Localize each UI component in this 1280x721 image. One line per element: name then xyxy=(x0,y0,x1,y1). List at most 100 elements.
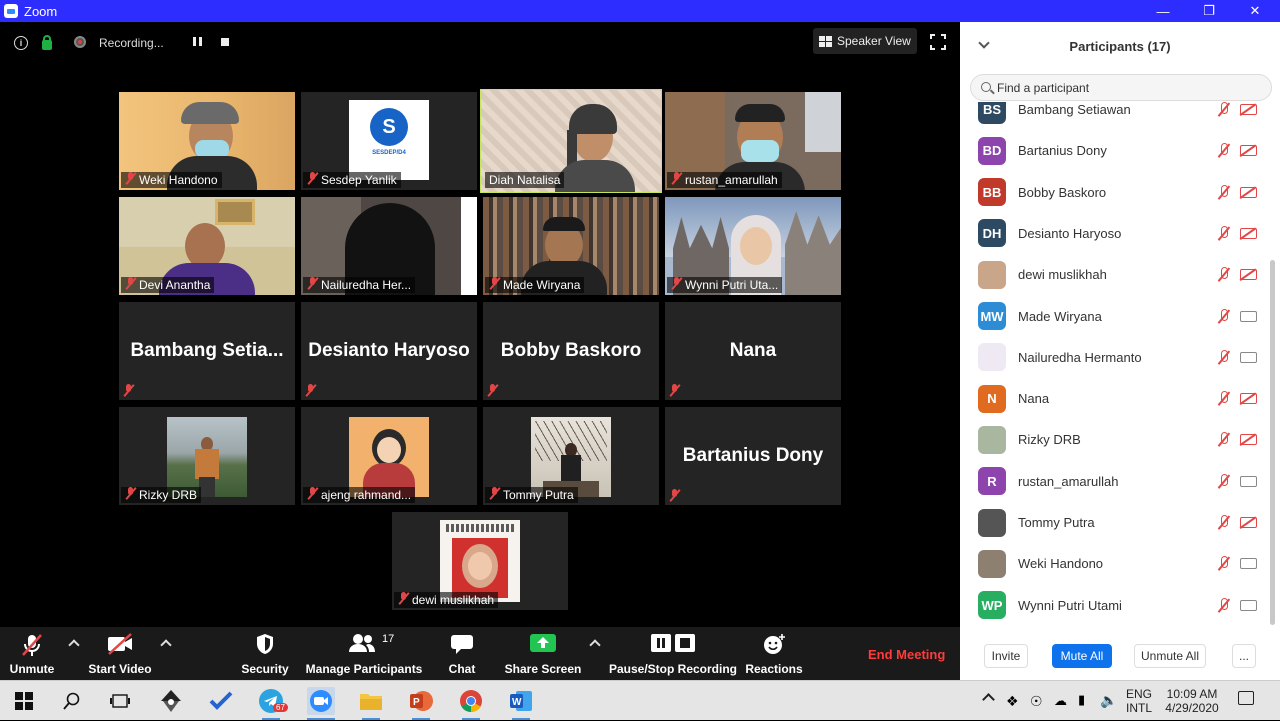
unmute-all-button[interactable]: Unmute All xyxy=(1134,644,1206,668)
participant-row[interactable]: MW Made Wiryana xyxy=(960,296,1268,337)
video-tile[interactable]: dewi muslikhah xyxy=(392,512,568,610)
video-tile[interactable]: Wynni Putri Uta... xyxy=(665,197,841,295)
fullscreen-icon[interactable] xyxy=(929,33,949,53)
muted-mic-icon[interactable] xyxy=(1217,102,1230,117)
video-off-icon[interactable] xyxy=(1240,186,1257,198)
video-tile[interactable]: Tommy Putra xyxy=(483,407,659,505)
participant-row[interactable]: BB Bobby Baskoro xyxy=(960,172,1268,213)
dropbox-icon[interactable]: ❖ xyxy=(1006,693,1019,710)
todo-icon[interactable] xyxy=(207,687,235,715)
more-options-button[interactable]: ... xyxy=(1232,644,1256,668)
notifications-icon[interactable] xyxy=(1238,691,1254,705)
video-tile[interactable]: Made Wiryana xyxy=(483,197,659,295)
audio-options-caret-icon[interactable] xyxy=(68,639,80,651)
unmute-button[interactable]: Unmute xyxy=(6,627,58,680)
video-off-icon[interactable] xyxy=(1240,145,1257,157)
clock[interactable]: 10:09 AM 4/29/2020 xyxy=(1160,681,1224,721)
restore-button[interactable]: ❐ xyxy=(1186,0,1232,22)
chat-button[interactable]: Chat xyxy=(440,627,484,680)
share-options-caret-icon[interactable] xyxy=(589,639,601,651)
muted-mic-icon[interactable] xyxy=(1217,143,1230,158)
chrome-icon[interactable] xyxy=(457,687,485,715)
video-icon[interactable] xyxy=(1240,310,1257,322)
participant-row[interactable]: Weki Handono xyxy=(960,543,1268,584)
video-off-icon[interactable] xyxy=(1240,517,1257,528)
pause-stop-recording-button[interactable]: Pause/Stop Recording xyxy=(609,627,737,680)
active-speaker-tile[interactable]: Diah Natalisa xyxy=(480,89,662,193)
stop-recording-icon[interactable] xyxy=(221,38,229,46)
video-tile[interactable]: rustan_amarullah xyxy=(665,92,841,190)
word-icon[interactable]: W xyxy=(507,687,535,715)
close-button[interactable]: ✕ xyxy=(1232,0,1278,22)
video-tile[interactable]: Bartanius Dony xyxy=(665,407,841,505)
participant-row[interactable]: BS Bambang Setiawan xyxy=(960,102,1268,130)
video-icon[interactable] xyxy=(1240,558,1257,570)
file-explorer-icon[interactable] xyxy=(357,687,385,715)
windows-start-icon[interactable] xyxy=(10,687,38,715)
search-icon[interactable] xyxy=(58,687,86,715)
start-video-button[interactable]: Start Video xyxy=(86,627,154,680)
video-options-caret-icon[interactable] xyxy=(160,639,172,651)
telegram-icon[interactable]: 67 xyxy=(257,687,288,715)
participant-row[interactable]: BD Bartanius Dony xyxy=(960,130,1268,171)
task-view-icon[interactable] xyxy=(106,687,134,715)
muted-mic-icon[interactable] xyxy=(1217,556,1230,571)
video-off-icon[interactable] xyxy=(1240,104,1257,115)
video-tile[interactable]: Devi Anantha xyxy=(119,197,295,295)
participant-row[interactable]: Rizky DRB xyxy=(960,419,1268,460)
minimize-button[interactable]: — xyxy=(1140,0,1186,22)
inkscape-icon[interactable] xyxy=(157,687,185,715)
participant-list-scrollbar[interactable] xyxy=(1270,260,1275,625)
muted-mic-icon[interactable] xyxy=(1217,267,1230,282)
video-tile[interactable]: Desianto Haryoso xyxy=(301,302,477,400)
video-off-icon[interactable] xyxy=(1240,393,1257,405)
tray-overflow-icon[interactable] xyxy=(982,693,995,706)
volume-icon[interactable]: 🔈 xyxy=(1100,692,1117,709)
participant-row[interactable]: Tommy Putra xyxy=(960,502,1268,543)
video-tile[interactable]: Bobby Baskoro xyxy=(483,302,659,400)
info-icon[interactable]: i xyxy=(14,36,28,50)
invite-button[interactable]: Invite xyxy=(984,644,1028,668)
participant-row[interactable]: N Nana xyxy=(960,378,1268,419)
muted-mic-icon[interactable] xyxy=(1217,515,1230,530)
reactions-button[interactable]: Reactions xyxy=(744,627,804,680)
video-off-icon[interactable] xyxy=(1240,434,1257,446)
participant-row[interactable]: Rrustan_amarullah xyxy=(960,461,1268,502)
lock-icon[interactable] xyxy=(42,35,52,50)
participant-row[interactable]: DH Desianto Haryoso xyxy=(960,213,1268,254)
language-indicator[interactable]: ENG INTL xyxy=(1122,681,1156,721)
video-off-icon[interactable] xyxy=(1240,227,1257,239)
muted-mic-icon[interactable] xyxy=(1217,308,1230,324)
muted-mic-icon[interactable] xyxy=(1217,184,1230,200)
share-screen-button[interactable]: Share Screen xyxy=(504,627,582,680)
mute-all-button[interactable]: Mute All xyxy=(1052,644,1112,668)
muted-mic-icon[interactable] xyxy=(1217,597,1230,613)
video-off-icon[interactable] xyxy=(1240,269,1257,281)
video-tile[interactable]: Weki Handono xyxy=(119,92,295,190)
muted-mic-icon[interactable] xyxy=(1217,473,1230,489)
video-tile[interactable]: ajeng rahmand... xyxy=(301,407,477,505)
video-icon[interactable] xyxy=(1240,475,1257,487)
manage-participants-button[interactable]: 17 Manage Participants xyxy=(306,627,423,680)
pause-recording-icon[interactable] xyxy=(193,37,202,46)
security-button[interactable]: Security xyxy=(236,627,294,680)
participant-row[interactable]: Nailuredha Hermanto xyxy=(960,337,1268,378)
video-tile[interactable]: Bambang Setia... xyxy=(119,302,295,400)
participant-row[interactable]: dewi muslikhah xyxy=(960,254,1268,295)
powerpoint-icon[interactable]: P xyxy=(407,687,435,715)
muted-mic-icon[interactable] xyxy=(1217,225,1230,241)
speaker-view-button[interactable]: Speaker View xyxy=(813,28,917,54)
video-icon[interactable] xyxy=(1240,351,1257,363)
network-icon[interactable]: ☁ xyxy=(1054,693,1067,709)
participant-search-input[interactable]: Find a participant xyxy=(970,74,1272,101)
video-tile[interactable]: S SESDEP/D4 Sesdep Yanlik xyxy=(301,92,477,190)
muted-mic-icon[interactable] xyxy=(1217,432,1230,447)
video-tile[interactable]: Nailuredha Her... xyxy=(301,197,477,295)
video-tile[interactable]: Rizky DRB xyxy=(119,407,295,505)
battery-icon[interactable]: ▮ xyxy=(1078,692,1085,708)
video-icon[interactable] xyxy=(1240,599,1257,611)
participant-row[interactable]: WP Wynni Putri Utami xyxy=(960,585,1268,624)
video-tile[interactable]: Nana xyxy=(665,302,841,400)
end-meeting-button[interactable]: End Meeting xyxy=(868,647,945,662)
zoom-taskbar-icon[interactable] xyxy=(307,687,335,715)
